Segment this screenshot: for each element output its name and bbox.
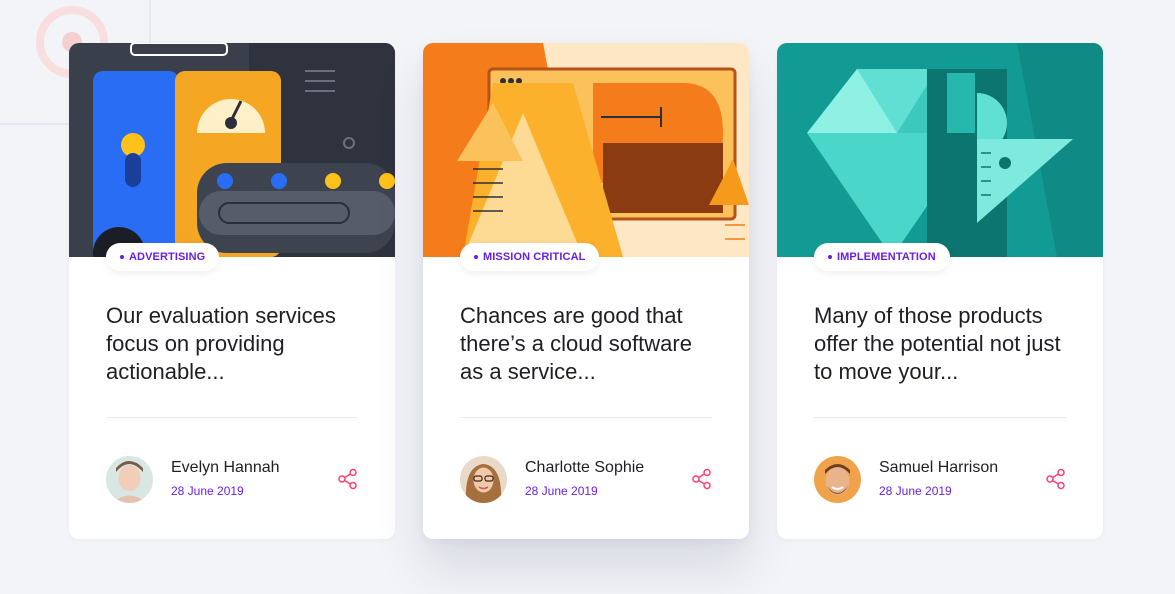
tag-dot [120, 255, 124, 259]
tag-dot [828, 255, 832, 259]
author-name[interactable]: Charlotte Sophie [525, 459, 644, 477]
category-tag-label: IMPLEMENTATION [837, 251, 936, 263]
category-tag[interactable]: IMPLEMENTATION [814, 243, 950, 271]
post-date: 28 June 2019 [879, 484, 952, 498]
author-avatar[interactable] [814, 456, 861, 503]
divider [460, 417, 712, 418]
category-tag-label: MISSION CRITICAL [483, 251, 586, 263]
tag-dot [474, 255, 478, 259]
article-card-mission-critical[interactable]: MISSION CRITICAL Chances are good that t… [423, 43, 749, 539]
author-name[interactable]: Evelyn Hannah [171, 459, 280, 477]
card-thumbnail[interactable] [777, 43, 1103, 257]
card-title[interactable]: Our evaluation services focus on providi… [106, 302, 366, 386]
card-title[interactable]: Chances are good that there’s a cloud so… [460, 302, 720, 386]
illustration-geometric-icon [423, 43, 749, 257]
illustration-diamond-icon [777, 43, 1103, 257]
author-avatar[interactable] [460, 456, 507, 503]
divider [814, 417, 1066, 418]
category-tag-label: ADVERTISING [129, 251, 206, 263]
category-tag[interactable]: MISSION CRITICAL [460, 243, 600, 271]
author-avatar[interactable] [106, 456, 153, 503]
divider [106, 417, 358, 418]
post-date: 28 June 2019 [171, 484, 244, 498]
category-tag[interactable]: ADVERTISING [106, 243, 220, 271]
share-icon[interactable] [337, 468, 359, 490]
share-icon[interactable] [691, 468, 713, 490]
card-thumbnail[interactable] [69, 43, 395, 257]
article-card-advertising[interactable]: ADVERTISING Our evaluation services focu… [69, 43, 395, 539]
illustration-machine-icon [69, 43, 395, 257]
article-card-implementation[interactable]: IMPLEMENTATION Many of those products of… [777, 43, 1103, 539]
card-thumbnail[interactable] [423, 43, 749, 257]
post-date: 28 June 2019 [525, 484, 598, 498]
card-title[interactable]: Many of those products offer the potenti… [814, 302, 1074, 386]
share-icon[interactable] [1045, 468, 1067, 490]
author-name[interactable]: Samuel Harrison [879, 459, 998, 477]
